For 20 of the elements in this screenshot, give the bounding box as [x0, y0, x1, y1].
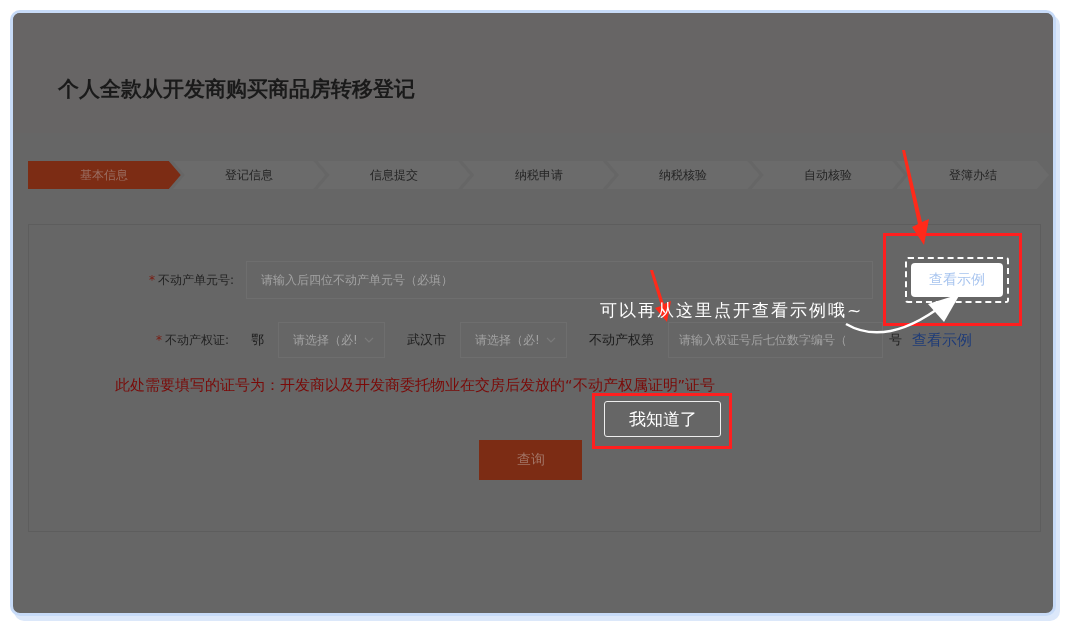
page-title: 个人全款从开发商购买商品房转移登记 — [57, 76, 416, 100]
city-label: 武汉市 — [407, 331, 446, 349]
step-tab[interactable]: 基本信息 — [28, 161, 181, 189]
step-tab[interactable]: 登簿办结 — [896, 161, 1050, 189]
required-mark: * — [148, 272, 155, 287]
step-tab[interactable]: 信息提交 — [317, 161, 471, 189]
step-tab[interactable]: 自动核验 — [751, 161, 905, 189]
step-tab[interactable]: 纳税申请 — [462, 161, 615, 189]
example-link[interactable]: 查看示例 — [912, 330, 972, 350]
number-label: 不动产权第 — [589, 331, 654, 349]
step-tab[interactable]: 登记信息 — [172, 161, 326, 189]
province-prefix: 鄂 — [251, 331, 264, 349]
required-mark: * — [155, 332, 162, 347]
field-label: 不动产单元号: — [157, 272, 234, 287]
step-tab[interactable]: 纳税核验 — [606, 161, 760, 189]
dismiss-button[interactable]: 我知道了 — [604, 401, 721, 437]
notice-text: 此处需要填写的证号为：开发商以及开发商委托物业在交房后发放的“不动产权属证明”证号 — [115, 376, 717, 395]
query-button[interactable]: 查询 — [479, 440, 582, 480]
field-label: 不动产权证: — [164, 332, 229, 347]
number-suffix: 号 — [889, 331, 902, 349]
